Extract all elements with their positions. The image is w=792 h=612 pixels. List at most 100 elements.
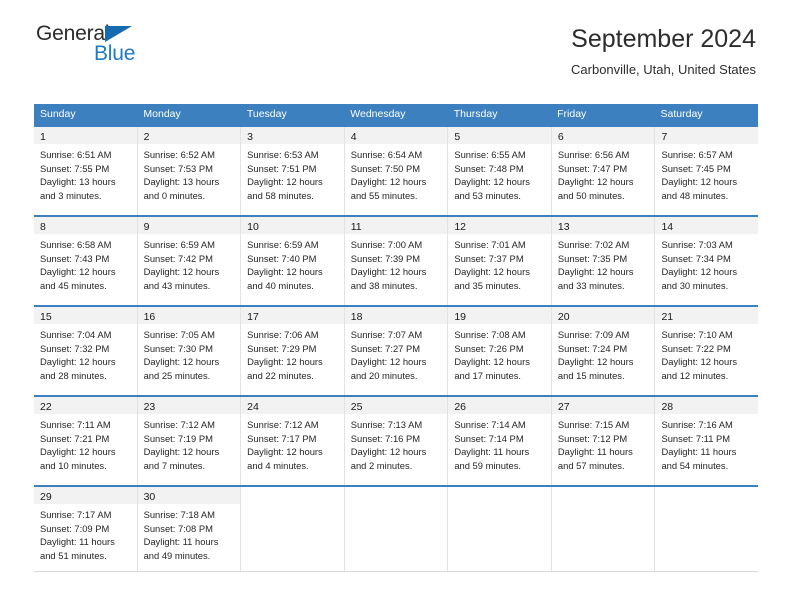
day-number: 9	[143, 221, 150, 233]
day-number: 14	[661, 221, 674, 233]
day-number: 25	[350, 401, 363, 413]
day-number: 1	[40, 131, 46, 143]
day-details: Sunrise: 7:01 AM Sunset: 7:37 PM Daylight:…	[448, 234, 551, 298]
sunset-time: Sunset: 7:37 PM	[454, 252, 524, 264]
calendar-day-cell[interactable]: 11 Sunrise: 7:00 AM Sunset: 7:39 PM Dayligh…	[344, 217, 449, 305]
day-number-band: 25	[344, 397, 448, 414]
daylight-duration-line2: and 55 minutes.	[350, 189, 418, 201]
daylight-duration-line2: and 57 minutes.	[557, 459, 625, 471]
sunrise-time: Sunrise: 7:01 AM	[454, 239, 526, 250]
calendar-day-cell-empty	[344, 487, 449, 571]
daylight-duration-line1: Daylight: 12 hours	[557, 176, 634, 188]
day-number-band: 28	[655, 397, 759, 414]
calendar-day-cell[interactable]: 3 Sunrise: 6:53 AM Sunset: 7:51 PM Daylight…	[241, 127, 345, 215]
day-number: 4	[350, 131, 357, 143]
calendar-day-cell[interactable]: 24 Sunrise: 7:12 AM Sunset: 7:17 PM Dayligh…	[241, 397, 345, 485]
daylight-duration-line2: and 30 minutes.	[661, 279, 729, 291]
day-details: Sunrise: 7:06 AM Sunset: 7:29 PM Daylight:…	[241, 324, 344, 388]
calendar-day-cell[interactable]: 26 Sunrise: 7:14 AM Sunset: 7:14 PM Dayligh…	[448, 397, 552, 485]
day-details	[345, 504, 448, 514]
sunrise-time: Sunrise: 6:55 AM	[454, 149, 526, 160]
daylight-duration-line1: Daylight: 12 hours	[454, 356, 530, 368]
weekday-header-monday: Monday	[143, 108, 181, 120]
calendar-day-cell[interactable]: 5 Sunrise: 6:55 AM Sunset: 7:48 PM Daylight…	[448, 127, 552, 215]
calendar-day-cell[interactable]: 28 Sunrise: 7:16 AM Sunset: 7:11 PM Dayligh…	[655, 397, 759, 485]
calendar-day-cell[interactable]: 27 Sunrise: 7:15 AM Sunset: 7:12 PM Dayligh…	[551, 397, 656, 485]
calendar-day-cell[interactable]: 10 Sunrise: 6:59 AM Sunset: 7:40 PM Dayligh…	[241, 217, 345, 305]
sunrise-time: Sunrise: 6:59 AM	[143, 239, 215, 250]
calendar-grid: Sunday Monday Tuesday Wednesday Thursday…	[34, 104, 759, 572]
calendar-day-cell[interactable]: 16 Sunrise: 7:05 AM Sunset: 7:30 PM Dayligh…	[137, 307, 242, 395]
daylight-duration-line1: Daylight: 13 hours	[143, 176, 220, 188]
daylight-duration-line1: Daylight: 12 hours	[247, 176, 323, 188]
daylight-duration-line1: Daylight: 12 hours	[350, 176, 427, 188]
calendar-day-cell[interactable]: 30 Sunrise: 7:18 AM Sunset: 7:08 PM Dayligh…	[137, 487, 242, 571]
calendar-day-cell[interactable]: 22 Sunrise: 7:11 AM Sunset: 7:21 PM Dayligh…	[34, 397, 138, 485]
sunset-time: Sunset: 7:47 PM	[557, 162, 628, 174]
page-subtitle: Carbonville, Utah, United States	[571, 62, 756, 77]
calendar-day-cell[interactable]: 19 Sunrise: 7:08 AM Sunset: 7:26 PM Dayligh…	[448, 307, 552, 395]
calendar-day-cell[interactable]: 12 Sunrise: 7:01 AM Sunset: 7:37 PM Dayligh…	[448, 217, 552, 305]
calendar-day-cell[interactable]: 2 Sunrise: 6:52 AM Sunset: 7:53 PM Daylight…	[137, 127, 242, 215]
sunset-time: Sunset: 7:51 PM	[247, 162, 317, 174]
calendar-day-cell[interactable]: 17 Sunrise: 7:06 AM Sunset: 7:29 PM Dayligh…	[241, 307, 345, 395]
daylight-duration-line2: and 22 minutes.	[247, 369, 314, 381]
calendar-day-cell-empty	[241, 487, 345, 571]
sunrise-time: Sunrise: 7:12 AM	[247, 419, 319, 430]
weekday-header-sunday: Sunday	[40, 108, 76, 120]
calendar-day-cell[interactable]: 13 Sunrise: 7:02 AM Sunset: 7:35 PM Dayligh…	[551, 217, 656, 305]
day-number: 17	[247, 311, 259, 323]
day-details: Sunrise: 7:18 AM Sunset: 7:08 PM Daylight:…	[138, 504, 241, 568]
daylight-duration-line1: Daylight: 12 hours	[40, 356, 116, 368]
day-number-band: 29	[34, 487, 137, 504]
day-number-band: 30	[137, 487, 241, 504]
calendar-day-cell[interactable]: 18 Sunrise: 7:07 AM Sunset: 7:27 PM Dayligh…	[344, 307, 449, 395]
sunrise-time: Sunrise: 7:11 AM	[40, 419, 111, 430]
day-number-band: 22	[34, 397, 137, 414]
calendar-day-cell[interactable]: 4 Sunrise: 6:54 AM Sunset: 7:50 PM Daylight…	[344, 127, 449, 215]
daylight-duration-line2: and 2 minutes.	[350, 459, 413, 471]
sunrise-time: Sunrise: 6:51 AM	[40, 149, 112, 160]
day-details: Sunrise: 6:51 AM Sunset: 7:55 PM Daylight:…	[34, 144, 137, 208]
day-number-band: 27	[551, 397, 655, 414]
day-number: 19	[454, 311, 466, 323]
calendar-day-cell[interactable]: 14 Sunrise: 7:03 AM Sunset: 7:34 PM Dayligh…	[655, 217, 759, 305]
calendar-day-cell[interactable]: 6 Sunrise: 6:56 AM Sunset: 7:47 PM Daylight…	[551, 127, 656, 215]
day-details: Sunrise: 7:04 AM Sunset: 7:32 PM Daylight:…	[34, 324, 137, 388]
calendar-day-cell[interactable]: 21 Sunrise: 7:10 AM Sunset: 7:22 PM Dayligh…	[655, 307, 759, 395]
sunset-time: Sunset: 7:45 PM	[661, 162, 731, 174]
calendar-week-row: 1 Sunrise: 6:51 AM Sunset: 7:55 PM Daylight…	[34, 125, 759, 215]
sunset-time: Sunset: 7:39 PM	[350, 252, 421, 264]
weekday-header-saturday: Saturday	[660, 108, 703, 120]
calendar-day-cell[interactable]: 8 Sunrise: 6:58 AM Sunset: 7:43 PM Daylight…	[34, 217, 138, 305]
sunrise-time: Sunrise: 7:18 AM	[143, 509, 215, 520]
sunset-time: Sunset: 7:48 PM	[454, 162, 524, 174]
calendar-day-cell[interactable]: 15 Sunrise: 7:04 AM Sunset: 7:32 PM Dayligh…	[34, 307, 138, 395]
sunset-time: Sunset: 7:17 PM	[247, 432, 317, 444]
calendar-day-cell[interactable]: 25 Sunrise: 7:13 AM Sunset: 7:16 PM Dayligh…	[344, 397, 449, 485]
day-number-band: 6	[551, 127, 655, 144]
calendar-day-cell[interactable]: 7 Sunrise: 6:57 AM Sunset: 7:45 PM Daylight…	[655, 127, 759, 215]
calendar-day-cell[interactable]: 20 Sunrise: 7:09 AM Sunset: 7:24 PM Dayligh…	[551, 307, 656, 395]
sunrise-time: Sunrise: 7:12 AM	[143, 419, 215, 430]
calendar-day-cell[interactable]: 9 Sunrise: 6:59 AM Sunset: 7:42 PM Daylight…	[137, 217, 242, 305]
daylight-duration-line1: Daylight: 12 hours	[557, 356, 634, 368]
daylight-duration-line2: and 54 minutes.	[661, 459, 729, 471]
general-blue-logo[interactable]: General Blue	[36, 22, 166, 70]
calendar-day-cell[interactable]: 23 Sunrise: 7:12 AM Sunset: 7:19 PM Dayligh…	[137, 397, 242, 485]
day-number: 18	[350, 311, 363, 323]
calendar-day-cell[interactable]: 1 Sunrise: 6:51 AM Sunset: 7:55 PM Daylight…	[34, 127, 138, 215]
day-number: 20	[557, 311, 570, 323]
day-number: 26	[454, 401, 466, 413]
day-number: 16	[143, 311, 156, 323]
day-number-band: 7	[655, 127, 759, 144]
sunset-time: Sunset: 7:34 PM	[661, 252, 731, 264]
calendar-day-cell[interactable]: 29 Sunrise: 7:17 AM Sunset: 7:09 PM Dayligh…	[34, 487, 138, 571]
calendar-week-row: 22 Sunrise: 7:11 AM Sunset: 7:21 PM Dayligh…	[34, 395, 759, 485]
sunset-time: Sunset: 7:16 PM	[350, 432, 421, 444]
sunset-time: Sunset: 7:22 PM	[661, 342, 731, 354]
day-number-band: 14	[655, 217, 759, 234]
daylight-duration-line2: and 49 minutes.	[143, 549, 211, 561]
sunset-time: Sunset: 7:43 PM	[40, 252, 110, 264]
sunset-time: Sunset: 7:53 PM	[143, 162, 213, 174]
